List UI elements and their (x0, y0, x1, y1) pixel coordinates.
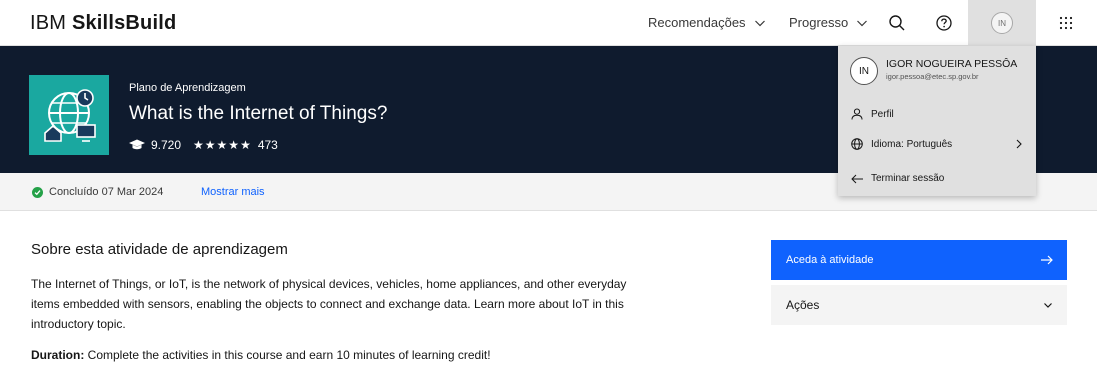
avatar: IN (991, 12, 1013, 34)
chevron-right-icon (1016, 139, 1022, 149)
menu-item-profile[interactable]: Perfil (851, 108, 1031, 120)
page: IBM SkillsBuild Recomendações Progresso … (0, 0, 1097, 376)
arrow-left-icon (851, 174, 863, 183)
access-activity-label: Aceda à atividade (786, 254, 874, 266)
user-name: IGOR NOGUEIRA PESSÔA (886, 58, 1018, 70)
user-menu-button[interactable]: IN (968, 0, 1036, 46)
menu-item-language[interactable]: Idioma: Português (851, 138, 1031, 150)
nav-recommendations-label: Recomendações (648, 15, 746, 30)
show-more-link[interactable]: Mostrar mais (201, 186, 265, 198)
learners-count: 9.720 (151, 138, 182, 152)
menu-item-profile-label: Perfil (871, 108, 894, 120)
grid-icon (1059, 16, 1073, 30)
duration-text: Duration: Complete the activities in thi… (31, 348, 491, 362)
user-icon (851, 108, 863, 120)
chevron-down-icon (1044, 303, 1052, 308)
user-info: IN IGOR NOGUEIRA PESSÔA igor.pessoa@etec… (850, 57, 1017, 85)
graduation-cap-icon (129, 139, 145, 150)
avatar: IN (850, 57, 878, 85)
help-button[interactable] (930, 9, 958, 37)
brand-ibm: IBM (30, 12, 67, 34)
rating-count: 473 (257, 138, 278, 152)
user-dropdown-menu: IN IGOR NOGUEIRA PESSÔA igor.pessoa@etec… (838, 46, 1036, 196)
chevron-down-icon (754, 20, 765, 26)
user-info-text: IGOR NOGUEIRA PESSÔA igor.pessoa@etec.sp… (886, 57, 1017, 81)
user-email: igor.pessoa@etec.sp.gov.br (886, 72, 979, 81)
course-type-label: Plano de Aprendizagem (129, 82, 246, 94)
menu-item-logout-label: Terminar sessão (871, 173, 945, 184)
top-header: IBM SkillsBuild Recomendações Progresso … (0, 0, 1097, 46)
brand-logo[interactable]: IBM SkillsBuild (30, 12, 176, 35)
chevron-down-icon (857, 20, 868, 26)
globe-icon (851, 138, 863, 150)
access-activity-button[interactable]: Aceda à atividade (771, 240, 1067, 280)
search-button[interactable] (883, 9, 911, 37)
search-icon (889, 15, 905, 31)
app-switcher-button[interactable] (1052, 9, 1080, 37)
brand-skillsbuild: SkillsBuild (71, 12, 177, 34)
duration-label: Duration: (31, 348, 85, 362)
arrow-right-icon (1041, 255, 1053, 265)
main-content: Sobre esta atividade de aprendizagem The… (0, 211, 1097, 376)
page-title: What is the Internet of Things? (129, 103, 388, 124)
completion-date: Concluído 07 Mar 2024 (49, 186, 164, 198)
course-thumbnail (29, 75, 109, 155)
duration-value: Complete the activities in this course a… (84, 348, 491, 362)
section-title: Sobre esta atividade de aprendizagem (31, 241, 288, 258)
completion-status: Concluído 07 Mar 2024 (32, 186, 163, 198)
description-text: The Internet of Things, or IoT, is the n… (31, 277, 627, 331)
iot-globe-icon (44, 89, 96, 142)
help-icon (936, 15, 952, 31)
course-stats: 9.720 ★★★★★ 473 (129, 138, 278, 152)
check-circle-icon (32, 186, 43, 198)
nav-recommendations[interactable]: Recomendações (648, 15, 766, 30)
star-rating: ★★★★★ (193, 138, 252, 152)
nav-progress[interactable]: Progresso (789, 15, 868, 30)
actions-dropdown[interactable]: Ações (771, 285, 1067, 325)
menu-item-logout[interactable]: Terminar sessão (851, 173, 1031, 184)
actions-label: Ações (786, 298, 820, 312)
menu-item-language-label: Idioma: Português (871, 138, 953, 150)
nav-progress-label: Progresso (789, 15, 849, 30)
